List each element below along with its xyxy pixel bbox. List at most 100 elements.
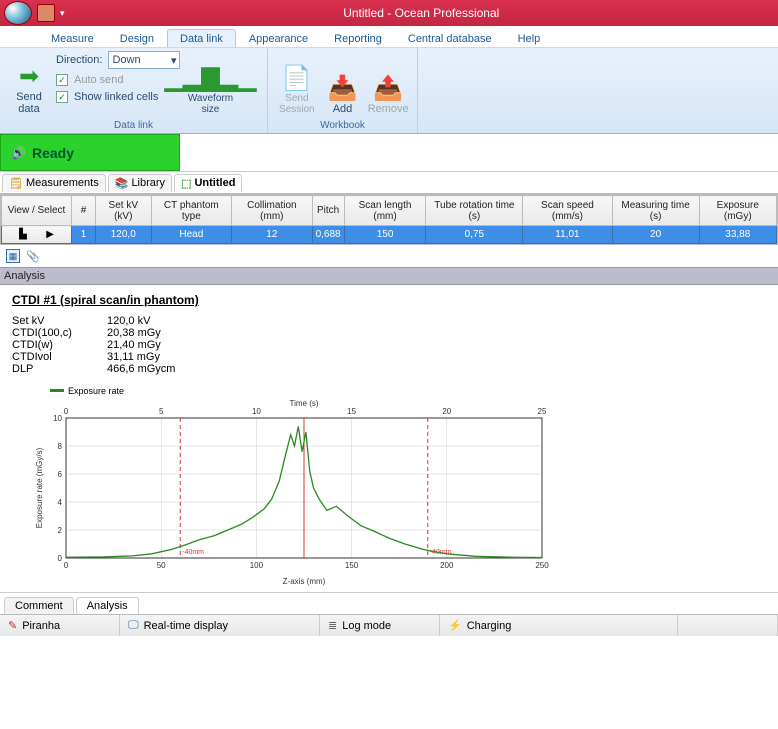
expand-button[interactable]: ▦ — [6, 249, 20, 263]
analysis-detail: CTDI #1 (spiral scan/in phantom) Set kV1… — [0, 285, 778, 592]
menu-bar: Measure Design Data link Appearance Repo… — [0, 26, 778, 48]
group-datalink-label: Data link — [0, 120, 267, 133]
tab-central-database[interactable]: Central database — [395, 29, 505, 47]
direction-label: Direction: — [56, 54, 102, 66]
svg-text:5: 5 — [159, 407, 164, 416]
k-dlp: DLP — [12, 363, 107, 375]
remove-button[interactable]: 📤 Remove — [365, 51, 411, 117]
status-logmode: ≣Log mode — [320, 615, 440, 636]
v-cw: 21,40 mGy — [107, 339, 161, 351]
send-session-label: Send Session — [274, 93, 320, 115]
chart-svg: 05010015020025002468100510152025Time (s)… — [32, 396, 552, 586]
send-data-button[interactable]: ➡ Send data — [6, 51, 52, 117]
tab-design[interactable]: Design — [107, 29, 167, 47]
v-cvol: 31,11 mGy — [107, 351, 160, 363]
col-phantom[interactable]: CT phantom type — [151, 196, 232, 226]
k-setkv: Set kV — [12, 315, 107, 327]
status-charging-label: Charging — [467, 620, 512, 632]
status-realtime-label: Real-time display — [144, 620, 228, 632]
measurement-grid: View / Select # Set kV (kV) CT phantom t… — [0, 194, 778, 245]
doctab-untitled[interactable]: ⬚ Untitled — [174, 174, 242, 192]
send-data-label: Send data — [6, 91, 52, 115]
auto-send-checkbox[interactable]: ✓ — [56, 74, 68, 86]
sheet-icon: ⬚ — [181, 177, 191, 190]
cell-scanlen[interactable]: 150 — [344, 226, 426, 244]
svg-text:25: 25 — [538, 407, 547, 416]
col-scanlen[interactable]: Scan length (mm) — [344, 196, 426, 226]
k-cvol: CTDIvol — [12, 351, 107, 363]
document-tabs: 🗒 Measurements 📚 Library ⬚ Untitled — [0, 172, 778, 194]
qat-save-button[interactable] — [37, 4, 55, 22]
col-exposure[interactable]: Exposure (mGy) — [699, 196, 776, 226]
exposure-chart: Exposure rate 05010015020025002468100510… — [32, 383, 758, 588]
doctab-measurements[interactable]: 🗒 Measurements — [2, 174, 106, 192]
svg-text:150: 150 — [345, 561, 359, 570]
bottab-analysis[interactable]: Analysis — [76, 597, 139, 614]
cell-pitch[interactable]: 0,688 — [312, 226, 344, 244]
send-session-button[interactable]: 📄 Send Session — [274, 51, 320, 117]
svg-text:4: 4 — [58, 498, 63, 507]
svg-text:15: 15 — [347, 407, 356, 416]
bottab-comment[interactable]: Comment — [4, 597, 74, 614]
cell-coll[interactable]: 12 — [232, 226, 313, 244]
row-selector[interactable]: ▙ ▶ — [2, 226, 72, 244]
col-viewselect[interactable]: View / Select — [2, 196, 72, 226]
tab-help[interactable]: Help — [505, 29, 554, 47]
svg-text:250: 250 — [535, 561, 549, 570]
svg-text:20: 20 — [442, 407, 451, 416]
svg-text:50: 50 — [157, 561, 166, 570]
app-menu-orb[interactable] — [4, 1, 32, 25]
doctab-library[interactable]: 📚 Library — [108, 174, 172, 192]
k-cw: CTDI(w) — [12, 339, 107, 351]
cell-num[interactable]: 1 — [72, 226, 96, 244]
status-charging: ⚡Charging — [440, 615, 678, 636]
auto-send-label: Auto send — [74, 74, 124, 86]
svg-text:8: 8 — [58, 442, 63, 451]
attachment-icon[interactable]: 📎 — [26, 250, 40, 263]
title-bar: ▾ Untitled - Ocean Professional — [0, 0, 778, 26]
svg-text:Time (s): Time (s) — [289, 399, 318, 408]
svg-text:6: 6 — [58, 470, 63, 479]
waveform-icon: ▁▂▇▂▁ — [164, 65, 256, 93]
remove-label: Remove — [368, 103, 409, 115]
tab-data-link[interactable]: Data link — [167, 29, 236, 47]
svg-text:0: 0 — [64, 561, 69, 570]
col-collimation[interactable]: Collimation (mm) — [232, 196, 313, 226]
status-realtime: 🖵Real-time display — [120, 615, 320, 636]
show-linked-checkbox[interactable]: ✓ — [56, 91, 68, 103]
status-piranha: ✎Piranha — [0, 615, 120, 636]
library-icon: 📚 — [115, 177, 129, 190]
cell-phantom[interactable]: Head — [151, 226, 232, 244]
svg-text:2: 2 — [58, 526, 63, 535]
table-row[interactable]: ▙ ▶ 1 120,0 Head 12 0,688 150 0,75 11,01… — [2, 226, 777, 244]
grid-toolbar: ▦ 📎 — [0, 245, 778, 267]
group-workbook-label: Workbook — [268, 120, 417, 133]
tab-appearance[interactable]: Appearance — [236, 29, 321, 47]
add-button[interactable]: 📥 Add — [320, 51, 366, 117]
k-c100: CTDI(100,c) — [12, 327, 107, 339]
col-setkv[interactable]: Set kV (kV) — [96, 196, 152, 226]
svg-text:100: 100 — [250, 561, 264, 570]
col-pitch[interactable]: Pitch — [312, 196, 344, 226]
cell-speed[interactable]: 11,01 — [523, 226, 612, 244]
waveform-size-button[interactable]: ▁▂▇▂▁ Waveform size — [180, 51, 240, 117]
svg-text:200: 200 — [440, 561, 454, 570]
col-number[interactable]: # — [72, 196, 96, 226]
tab-measure[interactable]: Measure — [38, 29, 107, 47]
tab-reporting[interactable]: Reporting — [321, 29, 395, 47]
svg-text:Z-axis (mm): Z-axis (mm) — [283, 577, 326, 586]
cell-exp[interactable]: 33,88 — [699, 226, 776, 244]
chart-legend: Exposure rate — [50, 386, 124, 396]
cell-rot[interactable]: 0,75 — [426, 226, 523, 244]
waveform-label: Waveform size — [180, 93, 240, 115]
remove-icon: 📤 — [373, 75, 403, 103]
cell-setkv[interactable]: 120,0 — [96, 226, 152, 244]
ribbon: ➡ Send data Direction: Down ▾ ✓ Auto sen… — [0, 48, 778, 134]
cell-meas[interactable]: 20 — [612, 226, 699, 244]
status-bar: ✎Piranha 🖵Real-time display ≣Log mode ⚡C… — [0, 614, 778, 636]
col-rotation[interactable]: Tube rotation time (s) — [426, 196, 523, 226]
col-meastime[interactable]: Measuring time (s) — [612, 196, 699, 226]
col-speed[interactable]: Scan speed (mm/s) — [523, 196, 612, 226]
bottom-tabs: Comment Analysis — [0, 592, 778, 614]
show-linked-label: Show linked cells — [74, 91, 158, 103]
